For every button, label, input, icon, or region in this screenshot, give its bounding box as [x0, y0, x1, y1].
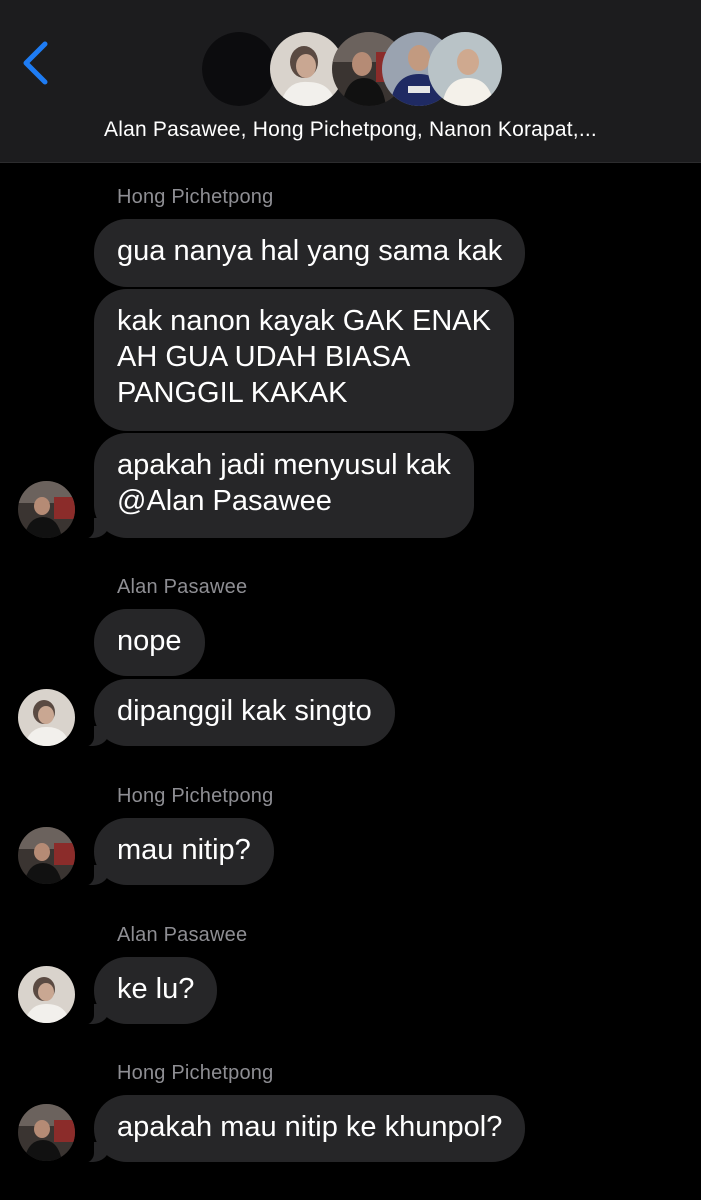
alan-pasawee-avatar[interactable] [18, 966, 75, 1023]
message-bubble[interactable]: mau nitip? [78, 818, 274, 886]
sender-name: Hong Pichetpong [117, 1062, 274, 1084]
sender-name: Alan Pasawee [117, 924, 248, 946]
sender-name: Hong Pichetpong [117, 186, 274, 208]
message-bubble[interactable]: dipanggil kak singto [78, 679, 395, 747]
sender-name: Alan Pasawee [117, 576, 248, 598]
message-bubble[interactable]: gua nanya hal yang sama kak [94, 219, 526, 287]
chat-header: Alan Pasawee, Hong Pichetpong, Nanon Kor… [0, 0, 701, 163]
message-bubble[interactable]: nope [94, 609, 205, 676]
sender-name: Hong Pichetpong [117, 785, 274, 807]
hong-pichetpong-avatar[interactable] [18, 1104, 75, 1161]
member-avatar [428, 32, 502, 106]
participant-avatars[interactable] [202, 32, 502, 108]
chevron-left-icon [23, 41, 48, 85]
alan-pasawee-avatar[interactable] [18, 689, 75, 746]
message-bubble[interactable]: apakah mau nitip ke khunpol? [77, 1095, 526, 1163]
message-bubble[interactable]: ke lu? [77, 957, 218, 1025]
blank-avatar [202, 32, 276, 106]
hong-pichetpong-avatar[interactable] [18, 481, 75, 538]
back-button[interactable] [18, 38, 58, 88]
message-bubble[interactable]: apakah jadi menyusul kak @Alan Pasawee [78, 433, 474, 539]
message-bubble[interactable]: kak nanon kayak GAK ENAK AH GUA UDAH BIA… [94, 289, 514, 431]
group-title[interactable]: Alan Pasawee, Hong Pichetpong, Nanon Kor… [0, 118, 701, 142]
hong-pichetpong-avatar[interactable] [18, 827, 75, 884]
